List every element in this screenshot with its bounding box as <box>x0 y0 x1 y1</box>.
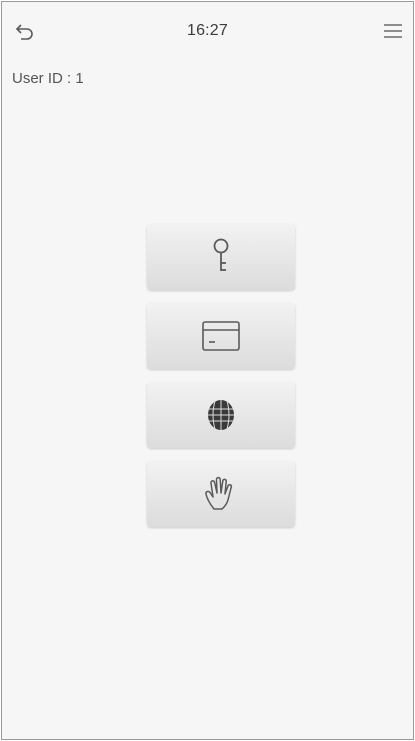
status-time: 16:27 <box>186 22 229 39</box>
password-option-button[interactable] <box>147 224 295 290</box>
menu-button[interactable] <box>381 19 405 43</box>
key-icon <box>213 238 229 271</box>
app-screen: 16:27 User ID : 1 <box>1 1 414 740</box>
card-option-button[interactable] <box>147 303 295 369</box>
palm-icon <box>205 476 233 510</box>
palm-option-button[interactable] <box>147 461 295 527</box>
face-option-button[interactable] <box>147 382 295 448</box>
user-id-label: User ID : 1 <box>12 70 84 87</box>
menu-icon <box>384 24 402 38</box>
card-icon <box>202 321 240 351</box>
top-bar: 16:27 <box>2 2 413 62</box>
verification-options <box>147 224 299 540</box>
face-icon <box>208 400 234 430</box>
